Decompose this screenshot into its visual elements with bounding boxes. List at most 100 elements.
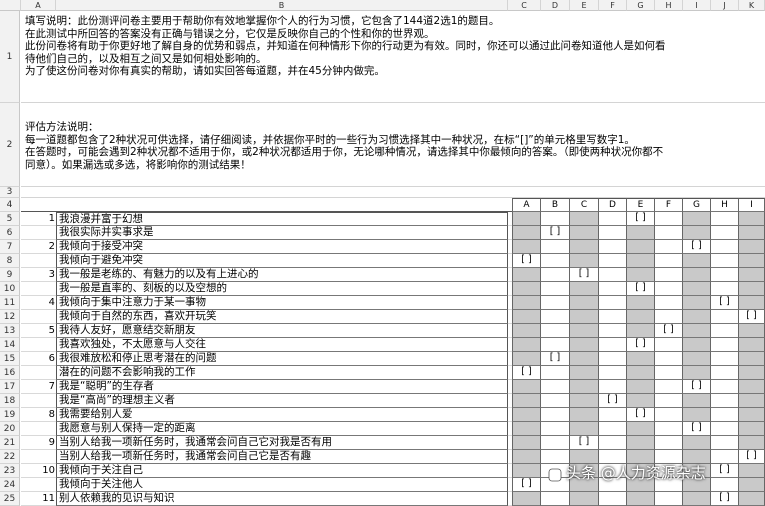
row-header-7[interactable]: 7 <box>0 240 20 254</box>
answer-cell-A[interactable] <box>512 338 541 352</box>
row-header-1[interactable]: 1 <box>0 11 20 103</box>
answer-cell-G[interactable] <box>683 436 711 450</box>
answer-cell-H[interactable] <box>711 422 739 436</box>
answer-cell-A[interactable] <box>512 212 541 226</box>
question-text[interactable]: 我倾向于自然的东西，喜欢开玩笑 <box>56 310 508 324</box>
answer-cell-A[interactable] <box>512 310 541 324</box>
answer-cell-B[interactable] <box>541 254 570 268</box>
answer-cell-H[interactable] <box>711 310 739 324</box>
answer-cell-F[interactable] <box>655 212 683 226</box>
row-header-20[interactable]: 20 <box>0 422 20 436</box>
answer-cell-I[interactable] <box>739 492 765 506</box>
column-header-B[interactable]: B <box>56 0 508 11</box>
answer-cell-G[interactable] <box>683 254 711 268</box>
answer-box-I[interactable]: [ ] <box>739 450 765 464</box>
answer-box-B[interactable]: [ ] <box>541 226 570 240</box>
answer-cell-D[interactable] <box>599 338 627 352</box>
column-header-D[interactable]: D <box>541 0 570 11</box>
answer-cell-E[interactable] <box>627 240 655 254</box>
answer-box-H[interactable]: [ ] <box>711 492 739 506</box>
answer-cell-I[interactable] <box>739 478 765 492</box>
answer-cell-F[interactable] <box>655 310 683 324</box>
answer-cell-A[interactable] <box>512 324 541 338</box>
answer-cell-D[interactable] <box>599 352 627 366</box>
answer-cell-D[interactable] <box>599 254 627 268</box>
answer-cell-D[interactable] <box>599 226 627 240</box>
answer-cell-I[interactable] <box>739 464 765 478</box>
answer-cell-G[interactable] <box>683 212 711 226</box>
answer-cell-E[interactable] <box>627 226 655 240</box>
answer-cell-G[interactable] <box>683 282 711 296</box>
answer-cell-F[interactable] <box>655 366 683 380</box>
column-header-G[interactable]: G <box>627 0 655 11</box>
answer-cell-D[interactable] <box>599 380 627 394</box>
answer-cell-I[interactable] <box>739 408 765 422</box>
answer-cell-G[interactable] <box>683 366 711 380</box>
row-header-21[interactable]: 21 <box>0 436 20 450</box>
answer-cell-H[interactable] <box>711 240 739 254</box>
answer-cell-I[interactable] <box>739 296 765 310</box>
answer-cell-A[interactable] <box>512 226 541 240</box>
answer-cell-H[interactable] <box>711 324 739 338</box>
answer-column-header-I[interactable]: I <box>739 198 765 212</box>
answer-cell-D[interactable] <box>599 492 627 506</box>
answer-cell-H[interactable] <box>711 436 739 450</box>
answer-box-H[interactable]: [ ] <box>711 296 739 310</box>
question-text[interactable]: 我喜欢独处，不太愿意与人交往 <box>56 338 508 352</box>
answer-box-G[interactable]: [ ] <box>683 422 711 436</box>
answer-cell-C[interactable] <box>570 226 599 240</box>
answer-cell-H[interactable] <box>711 282 739 296</box>
question-number[interactable]: 4 <box>21 296 55 309</box>
answer-cell-A[interactable] <box>512 408 541 422</box>
answer-cell-C[interactable] <box>570 380 599 394</box>
answer-cell-E[interactable] <box>627 254 655 268</box>
answer-box-C[interactable]: [ ] <box>570 436 599 450</box>
question-number[interactable]: 6 <box>21 352 55 365</box>
question-text[interactable]: 我需要给别人爱 <box>56 408 508 422</box>
answer-cell-B[interactable] <box>541 310 570 324</box>
question-text[interactable]: 我倾向于集中注意力于某一事物 <box>56 296 508 310</box>
answer-cell-C[interactable] <box>570 296 599 310</box>
answer-cell-D[interactable] <box>599 422 627 436</box>
answer-cell-I[interactable] <box>739 226 765 240</box>
row-header-9[interactable]: 9 <box>0 268 20 282</box>
answer-cell-I[interactable] <box>739 254 765 268</box>
answer-cell-C[interactable] <box>570 254 599 268</box>
row-header-4[interactable]: 4 <box>0 198 20 212</box>
row-header-14[interactable]: 14 <box>0 338 20 352</box>
answer-cell-A[interactable] <box>512 422 541 436</box>
answer-cell-B[interactable] <box>541 324 570 338</box>
answer-box-C[interactable]: [ ] <box>570 268 599 282</box>
column-header-K[interactable]: K <box>739 0 765 11</box>
answer-cell-I[interactable] <box>739 240 765 254</box>
question-text[interactable]: 当别人给我一项新任务时，我通常会问自己它对我是否有用 <box>56 436 508 450</box>
answer-cell-H[interactable] <box>711 394 739 408</box>
answer-cell-C[interactable] <box>570 366 599 380</box>
question-text[interactable]: 我一般是老练的、有魅力的以及有上进心的 <box>56 268 508 282</box>
answer-box-A[interactable]: [ ] <box>512 254 541 268</box>
answer-cell-I[interactable] <box>739 380 765 394</box>
answer-cell-B[interactable] <box>541 394 570 408</box>
answer-cell-D[interactable] <box>599 282 627 296</box>
answer-cell-I[interactable] <box>739 394 765 408</box>
answer-column-header-E[interactable]: E <box>627 198 655 212</box>
question-number[interactable]: 3 <box>21 268 55 281</box>
answer-cell-F[interactable] <box>655 352 683 366</box>
question-text[interactable]: 我一般是直率的、刻板的以及空想的 <box>56 282 508 296</box>
question-number[interactable]: 10 <box>21 464 55 477</box>
answer-cell-E[interactable] <box>627 296 655 310</box>
answer-cell-F[interactable] <box>655 240 683 254</box>
column-header-H[interactable]: H <box>655 0 683 11</box>
question-number[interactable]: 2 <box>21 240 55 253</box>
answer-cell-E[interactable] <box>627 394 655 408</box>
answer-cell-I[interactable] <box>739 212 765 226</box>
answer-cell-D[interactable] <box>599 408 627 422</box>
question-number[interactable]: 8 <box>21 408 55 421</box>
question-number[interactable]: 9 <box>21 436 55 449</box>
question-number[interactable]: 1 <box>21 212 55 225</box>
answer-cell-F[interactable] <box>655 296 683 310</box>
column-header-F[interactable]: F <box>599 0 627 11</box>
question-number[interactable]: 7 <box>21 380 55 393</box>
question-text[interactable]: 我愿意与别人保持一定的距离 <box>56 422 508 436</box>
corner-cell[interactable] <box>0 0 21 11</box>
